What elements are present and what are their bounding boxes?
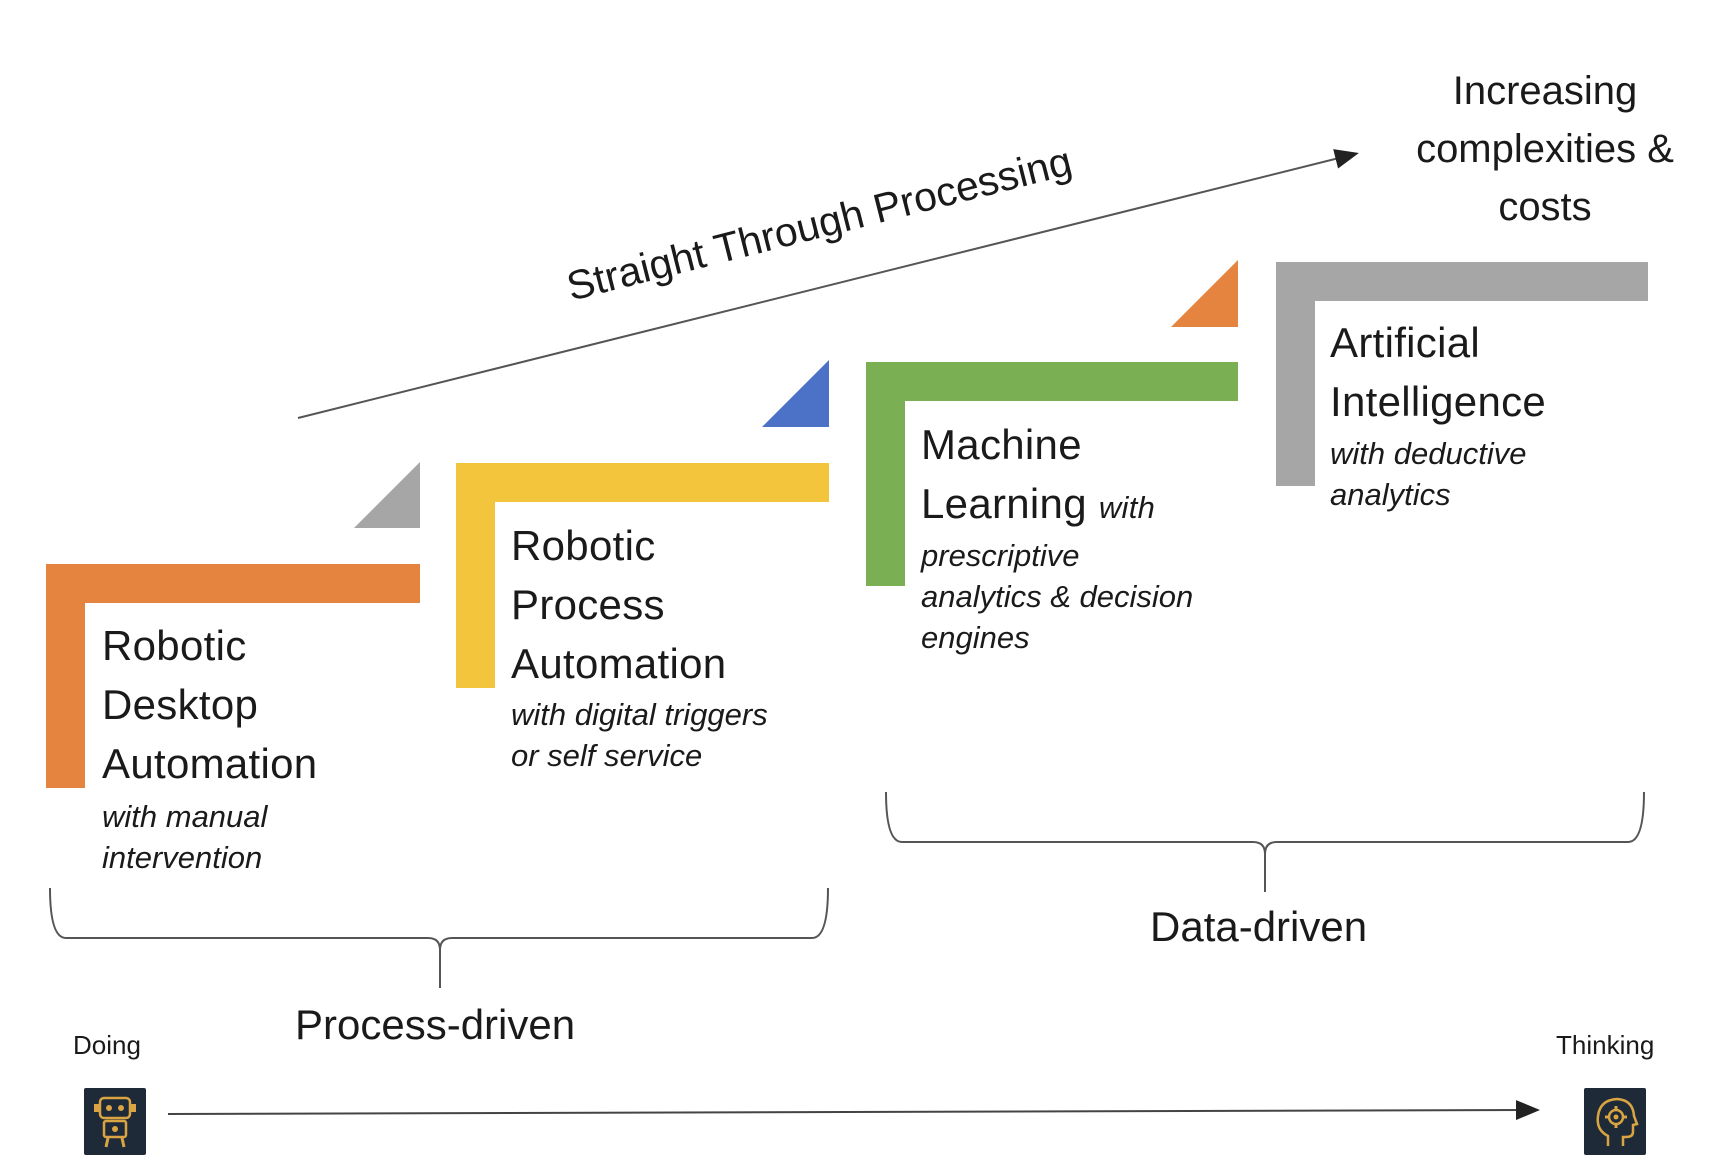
step-rpa-bar-side [456, 463, 495, 688]
complexity-line-1: Increasing [1452, 69, 1638, 113]
process-brace [49, 887, 829, 988]
triangle-blue [762, 360, 829, 427]
step-rda-title-line: Robotic [102, 622, 247, 669]
step-ml-title-line: Machine [921, 421, 1082, 468]
step-rpa-title-line: Robotic [511, 522, 656, 569]
step-rpa-title-line: Process [511, 581, 665, 628]
complexity-line-3: costs [1498, 185, 1592, 229]
data-driven-label: Data-driven [1150, 903, 1368, 950]
step-ml-bar-side [866, 362, 905, 586]
process-driven-label: Process-driven [295, 1001, 576, 1048]
step-rpa-title-line: Automation [511, 640, 727, 687]
step-ai-title-line: Artificial [1330, 319, 1481, 366]
step-ml-bar-top [866, 362, 1238, 401]
step-ai-bar-side [1276, 262, 1315, 486]
step-rda-title-line: Desktop [102, 681, 259, 728]
step-ai-bar-top [1276, 262, 1648, 301]
step-ml-subtitle: prescriptive analytics & decision engine… [921, 535, 1193, 658]
doing-label: Doing [73, 1030, 141, 1060]
head-gear-icon [1584, 1088, 1646, 1155]
step-ml-inline-sub: with [1098, 490, 1156, 525]
step-ml-title: Machine Learning with [921, 415, 1155, 537]
step-rpa-bar-top [456, 463, 829, 502]
step-rpa-sub-line: with digital triggers [511, 697, 768, 732]
step-ai-title-line: Intelligence [1330, 378, 1547, 425]
complexity-label: Increasing complexities & costs [1390, 62, 1700, 236]
step-rda-bar-top [46, 564, 420, 603]
step-rda-sub-line: with manual [102, 799, 268, 834]
step-rda-title: Robotic Desktop Automation [102, 616, 317, 793]
diagram: Straight Through Processing Increasing c… [0, 0, 1726, 1176]
triangle-orange [1171, 260, 1238, 327]
triangle-grey [354, 462, 420, 528]
thinking-label: Thinking [1556, 1030, 1655, 1060]
step-ml-sub-line: engines [921, 620, 1030, 655]
step-ml-sub-line: prescriptive [921, 538, 1080, 573]
step-ml-title-line-2: Learning with [921, 474, 1155, 537]
step-rda-title-line: Automation [102, 740, 318, 787]
step-rda-subtitle: with manual intervention [102, 796, 267, 878]
complexity-line-2: complexities & [1416, 127, 1674, 171]
step-ai-subtitle: with deductive analytics [1330, 433, 1526, 515]
step-ml-sub-line: analytics & decision [921, 579, 1194, 614]
step-ai-title: Artificial Intelligence [1330, 313, 1546, 431]
doing-thinking-arrow [167, 1100, 1540, 1121]
data-brace [885, 791, 1645, 892]
step-ml-title-line: Learning [921, 480, 1087, 527]
step-rda-sub-line: intervention [102, 840, 263, 875]
step-rpa-subtitle: with digital triggers or self service [511, 694, 768, 776]
step-rda-bar-side [46, 564, 85, 788]
step-rpa-sub-line: or self service [511, 738, 703, 773]
step-ai-sub-line: analytics [1330, 477, 1451, 512]
robot-icon [84, 1088, 146, 1155]
step-rpa-title: Robotic Process Automation [511, 516, 726, 693]
step-ai-sub-line: with deductive [1330, 436, 1527, 471]
